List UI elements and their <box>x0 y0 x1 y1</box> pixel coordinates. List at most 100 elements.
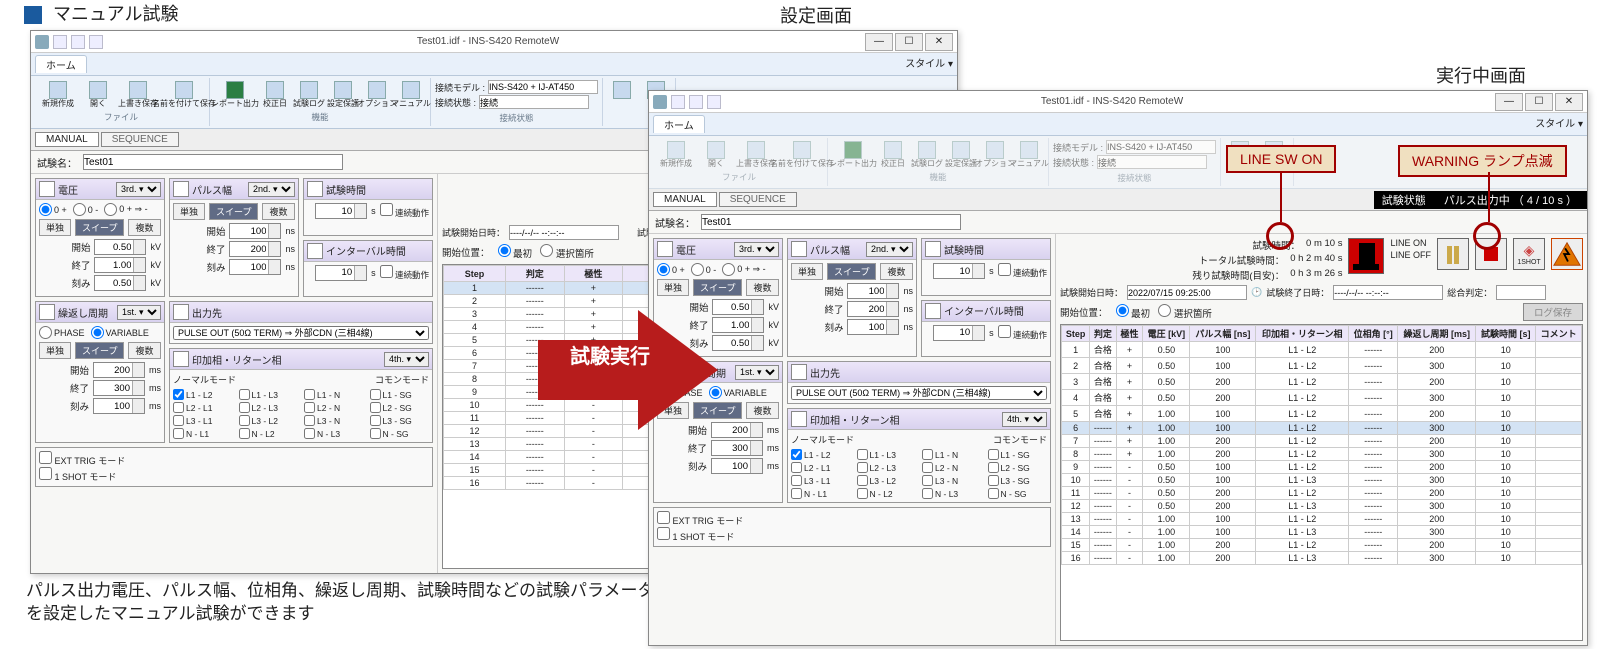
variable-radio[interactable] <box>709 386 722 399</box>
close-button[interactable]: ✕ <box>925 33 953 51</box>
pol-both[interactable] <box>722 263 735 276</box>
mode-repeat[interactable]: 複数 <box>128 219 160 236</box>
test-name-input[interactable] <box>701 214 961 230</box>
close-button[interactable]: ✕ <box>1555 93 1583 111</box>
log-save-btn[interactable]: ログ保存 <box>1523 303 1583 321</box>
ribbon-tab-home[interactable]: ホーム <box>35 55 87 73</box>
coupling-check[interactable] <box>857 488 868 499</box>
output-select[interactable]: PULSE OUT (50Ω TERM) ⇒ 外部CDN (三相4線) <box>791 386 1047 400</box>
coupling-order[interactable]: 4th. ▾ <box>384 352 429 367</box>
table-row[interactable]: 15-------1.00200L1 - L2------20010 <box>1062 539 1582 552</box>
w-start[interactable] <box>848 284 886 298</box>
coupling-check[interactable] <box>791 449 802 460</box>
t-val[interactable] <box>934 264 972 278</box>
report-button[interactable]: レポート出力 <box>214 80 256 109</box>
protect-button[interactable]: 設定保護 <box>328 80 358 109</box>
ribbon-tab-home[interactable]: ホーム <box>653 115 705 133</box>
r-start[interactable] <box>94 363 132 377</box>
w-mode-sweep[interactable]: スイープ <box>827 263 876 280</box>
start-dt-input[interactable] <box>1127 285 1247 300</box>
coupling-check[interactable] <box>922 462 933 473</box>
new-button[interactable]: 新規作成 <box>37 80 79 109</box>
v-step[interactable] <box>95 276 133 290</box>
mode-single[interactable]: 単独 <box>657 279 689 296</box>
r-mode-single[interactable]: 単独 <box>39 342 71 359</box>
maximize-button[interactable]: ☐ <box>895 33 923 51</box>
r-mode-sweep[interactable]: スイープ <box>75 342 124 359</box>
coupling-check[interactable] <box>988 462 999 473</box>
calib-button[interactable]: 校正日 <box>260 80 290 109</box>
coupling-check[interactable] <box>173 389 184 400</box>
r-end[interactable] <box>712 441 750 455</box>
start-dt-input[interactable] <box>509 225 619 240</box>
coupling-check[interactable] <box>239 428 250 439</box>
w-mode-repeat[interactable]: 複数 <box>262 203 294 220</box>
startpos-sel[interactable] <box>1158 304 1171 317</box>
startpos-sel[interactable] <box>540 244 553 257</box>
coupling-check[interactable] <box>988 488 999 499</box>
table-row[interactable]: 8------+1.00200L1 - L2------30010 <box>1062 448 1582 461</box>
pulse-order[interactable]: 2nd. ▾ <box>866 242 913 257</box>
coupling-check[interactable] <box>857 449 868 460</box>
coupling-check[interactable] <box>173 402 184 413</box>
one-shot-check[interactable] <box>39 467 52 480</box>
qat-btn[interactable] <box>689 95 703 109</box>
i-val[interactable] <box>934 326 972 340</box>
w-start[interactable] <box>230 224 268 238</box>
open-button[interactable]: 開く <box>83 80 113 109</box>
w-end[interactable] <box>848 302 886 316</box>
tab-sequence[interactable]: SEQUENCE <box>101 132 179 147</box>
qat-btn[interactable] <box>53 35 67 49</box>
r-mode-sweep[interactable]: スイープ <box>693 402 742 419</box>
coupling-check[interactable] <box>988 475 999 486</box>
minimize-button[interactable]: ― <box>865 33 893 51</box>
v-end[interactable] <box>713 318 751 332</box>
t-cont[interactable] <box>380 203 393 216</box>
step-table[interactable]: Step判定極性電圧 [kV]パルス幅 [ns]印加相・リターン相位相角 [°]… <box>1060 324 1583 641</box>
saveas-button[interactable]: 名前を付けて保存 <box>163 80 205 109</box>
table-row[interactable]: 9-------0.50100L1 - L2------20010 <box>1062 461 1582 474</box>
i-cont[interactable] <box>998 325 1011 338</box>
w-end[interactable] <box>230 242 268 256</box>
v-start[interactable] <box>713 300 751 314</box>
table-row[interactable]: 10-------0.50100L1 - L3------30010 <box>1062 474 1582 487</box>
mode-sweep[interactable]: スイープ <box>75 219 124 236</box>
tab-manual[interactable]: MANUAL <box>653 192 717 207</box>
ext-trig-check[interactable] <box>39 451 52 464</box>
w-mode-single[interactable]: 単独 <box>173 203 205 220</box>
variable-radio[interactable] <box>91 326 104 339</box>
pol-both[interactable] <box>104 203 117 216</box>
r-start[interactable] <box>712 423 750 437</box>
coupling-check[interactable] <box>370 402 381 413</box>
table-row[interactable]: 12-------0.50200L1 - L3------30010 <box>1062 500 1582 513</box>
v-start[interactable] <box>95 240 133 254</box>
run-indicator[interactable] <box>1348 238 1384 274</box>
r-mode-single[interactable]: 単独 <box>657 402 689 419</box>
minimize-button[interactable]: ― <box>1495 93 1523 111</box>
style-menu[interactable]: スタイル ▾ <box>905 55 953 73</box>
i-cont[interactable] <box>380 265 393 278</box>
t-cont[interactable] <box>998 263 1011 276</box>
coupling-order[interactable]: 4th. ▾ <box>1002 412 1047 427</box>
coupling-check[interactable] <box>173 428 184 439</box>
r-step[interactable] <box>94 399 132 413</box>
coupling-check[interactable] <box>922 488 933 499</box>
warning-button[interactable] <box>1551 238 1583 270</box>
table-row[interactable]: 3合格+0.50200L1 - L2------20010 <box>1062 374 1582 390</box>
repeat-order[interactable]: 1st. ▾ <box>735 365 779 380</box>
mode-single[interactable]: 単独 <box>39 219 71 236</box>
manual-button[interactable]: マニュアル <box>396 80 426 109</box>
oneshot-button[interactable]: ◈1SHOT <box>1513 238 1545 270</box>
pol-minus[interactable] <box>73 203 86 216</box>
qat-btn[interactable] <box>89 35 103 49</box>
startpos-first[interactable] <box>498 244 511 257</box>
coupling-check[interactable] <box>173 415 184 426</box>
qat-btn[interactable] <box>71 35 85 49</box>
coupling-check[interactable] <box>791 462 802 473</box>
end-dt-input[interactable] <box>1333 285 1443 300</box>
table-row[interactable]: 11-------0.50200L1 - L2------20010 <box>1062 487 1582 500</box>
table-row[interactable]: 5合格+1.00100L1 - L2------20010 <box>1062 406 1582 422</box>
r-mode-repeat[interactable]: 複数 <box>128 342 160 359</box>
pause-button[interactable] <box>1437 238 1469 270</box>
refresh-button[interactable] <box>607 80 637 109</box>
